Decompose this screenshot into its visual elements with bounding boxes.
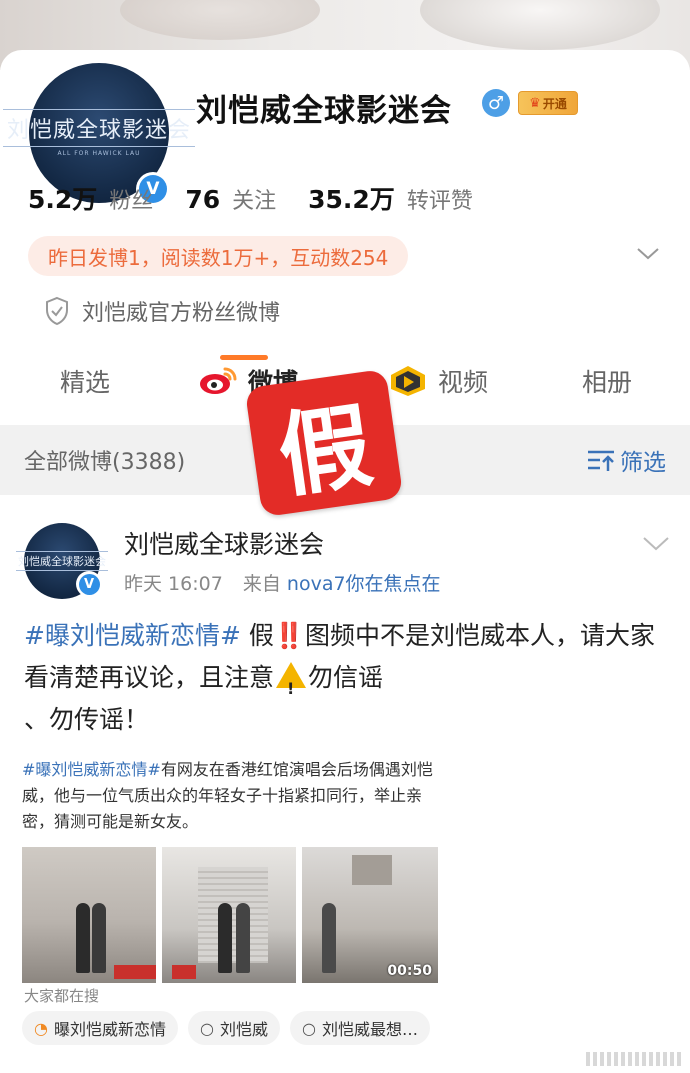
official-fan-badge: 刘恺威官方粉丝微博 bbox=[44, 295, 280, 327]
avatar-logo-sub: ALL FOR HAWICK LAU bbox=[57, 150, 141, 157]
chip-label: 刘恺威最想… bbox=[321, 1020, 418, 1039]
hot-search-icon: ◔ bbox=[34, 1018, 48, 1038]
chevron-down-icon[interactable] bbox=[636, 246, 660, 262]
photo-1 bbox=[22, 847, 156, 983]
post-text-d: 、勿传谣！ bbox=[24, 705, 150, 734]
vip-open-button[interactable]: ♛ 开通 bbox=[518, 91, 578, 115]
stat-label: 粉丝 bbox=[109, 189, 154, 214]
stat-label: 关注 bbox=[232, 189, 277, 214]
search-chip[interactable]: ○ 刘恺威 bbox=[187, 1011, 280, 1045]
post-body: #曝刘恺威新恋情# 假‼️图频中不是刘恺威本人，请大家看清楚再议论，且注意勿信谣… bbox=[24, 615, 674, 741]
chip-label: 刘恺威 bbox=[219, 1020, 268, 1039]
photo-3-video: 00:50 bbox=[302, 847, 438, 983]
vip-open-label: 开通 bbox=[542, 96, 567, 111]
fake-stamp: 假 bbox=[244, 368, 404, 518]
all-posts-count[interactable]: 全部微博(3388) bbox=[24, 444, 185, 476]
video-duration: 00:50 bbox=[387, 963, 432, 979]
embed-text: #曝刘恺威新恋情#有网友在香港红馆演唱会后场偶遇刘恺威，他与一位气质出众的年轻女… bbox=[22, 757, 442, 835]
weibo-logo-icon bbox=[200, 367, 237, 394]
post-card: 刘恺威全球影迷会 V 刘恺威全球影迷会 昨天 16:07 来自 nova7你在焦… bbox=[0, 495, 690, 1073]
avatar-logo-text: 刘恺威全球影迷会 bbox=[3, 109, 196, 147]
profile-stats: 5.2万 粉丝 76 关注 35.2万 转评赞 bbox=[28, 180, 505, 216]
post-text-a: 假 bbox=[240, 621, 274, 650]
stat-value: 76 bbox=[185, 185, 221, 214]
post-menu-chevron-icon[interactable] bbox=[642, 535, 670, 553]
stat-label: 转评赞 bbox=[406, 189, 473, 214]
active-tab-indicator bbox=[220, 355, 268, 360]
stat-following[interactable]: 76 关注 bbox=[185, 183, 276, 215]
photo-2 bbox=[162, 847, 296, 983]
shield-check-icon bbox=[46, 296, 68, 326]
search-chip[interactable]: ○ 刘恺威最想… bbox=[289, 1011, 430, 1045]
embedded-screenshot[interactable]: #曝刘恺威新恋情#有网友在香港红馆演唱会后场偶遇刘恺威，他与一位气质出众的年轻女… bbox=[22, 757, 442, 983]
trending-search-chips: ◔ 曝刘恺威新恋情 ○ 刘恺威 ○ 刘恺威最想… bbox=[22, 1011, 440, 1045]
chip-label: 曝刘恺威新恋情 bbox=[53, 1020, 166, 1039]
search-chip[interactable]: ◔ 曝刘恺威新恋情 bbox=[22, 1011, 178, 1045]
activity-summary[interactable]: 昨日发博1，阅读数1万+，互动数254 bbox=[28, 236, 409, 276]
stat-value: 5.2万 bbox=[28, 185, 98, 214]
trending-search-label: 大家都在搜 bbox=[24, 987, 100, 1005]
stat-value: 35.2万 bbox=[308, 185, 395, 214]
post-author-name[interactable]: 刘恺威全球影迷会 bbox=[124, 525, 324, 561]
tab-album[interactable]: 相册 bbox=[582, 363, 632, 399]
verified-badge-icon: V bbox=[76, 571, 102, 597]
male-gender-icon: ♂ bbox=[482, 89, 510, 117]
tab-label: 精选 bbox=[60, 368, 111, 397]
filter-button[interactable]: 筛选 bbox=[586, 443, 666, 477]
embed-photos: 00:50 bbox=[22, 847, 442, 983]
search-icon: ○ bbox=[301, 1018, 316, 1038]
post-source[interactable]: nova7你在焦点在 bbox=[287, 573, 441, 595]
embed-hashtag: #曝刘恺威新恋情# bbox=[22, 760, 161, 779]
avatar-logo-text: 刘恺威全球影迷会 bbox=[16, 551, 108, 571]
filter-label: 筛选 bbox=[620, 450, 666, 476]
profile-name: 刘恺威全球影迷会 bbox=[196, 93, 452, 129]
post-hashtag[interactable]: #曝刘恺威新恋情# bbox=[24, 621, 241, 650]
search-icon: ○ bbox=[199, 1018, 214, 1038]
tab-selected[interactable]: 精选 bbox=[60, 363, 110, 399]
video-play-icon bbox=[391, 366, 425, 396]
post-text-c: 勿信谣 bbox=[308, 663, 384, 692]
double-exclamation-icon: ‼️ bbox=[273, 621, 305, 650]
watermark bbox=[586, 1052, 682, 1066]
post-time: 昨天 16:07 bbox=[124, 573, 223, 595]
profile-header: 刘恺威全球影迷会 ALL FOR HAWICK LAU V 刘恺威全球影迷会 ♂… bbox=[0, 50, 690, 425]
crown-icon: ♛ bbox=[529, 95, 541, 111]
filter-icon bbox=[588, 450, 614, 471]
tab-label: 相册 bbox=[582, 368, 633, 397]
stat-followers[interactable]: 5.2万 粉丝 bbox=[28, 180, 153, 216]
post-source-prefix: 来自 bbox=[242, 573, 281, 595]
tab-video[interactable]: 视频 bbox=[388, 363, 488, 399]
official-fan-label: 刘恺威官方粉丝微博 bbox=[82, 301, 281, 326]
stat-interactions[interactable]: 35.2万 转评赞 bbox=[308, 180, 473, 216]
tab-label: 视频 bbox=[438, 368, 489, 397]
post-meta: 昨天 16:07 来自 nova7你在焦点在 bbox=[124, 569, 441, 596]
warning-icon bbox=[276, 662, 307, 710]
